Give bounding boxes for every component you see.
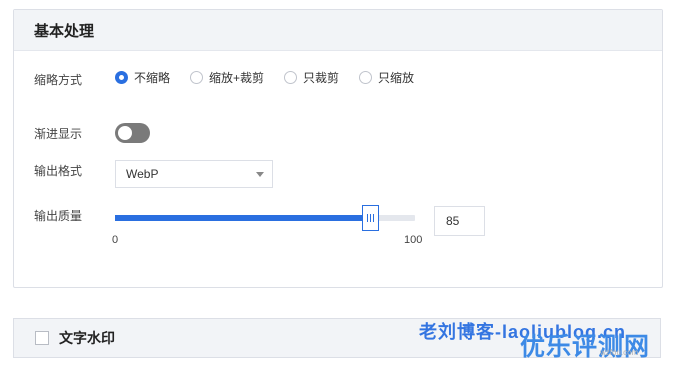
caret-down-icon xyxy=(256,172,264,177)
radio-option-crop-only[interactable]: 只裁剪 xyxy=(284,69,339,86)
radio-option-label: 不缩略 xyxy=(134,71,171,85)
output-format-value: WebP xyxy=(126,167,159,181)
radio-option-no-thumbnail[interactable]: 不缩略 xyxy=(115,69,170,86)
output-format-select[interactable]: WebP xyxy=(115,160,273,188)
thumbnail-mode-radio-group: 不缩略 缩放+裁剪 只裁剪 只缩放 xyxy=(115,69,434,86)
progressive-display-label: 渐进显示 xyxy=(34,127,83,141)
radio-option-label: 只缩放 xyxy=(378,71,415,85)
output-quality-label: 输出质量 xyxy=(34,209,83,223)
slider-max-label: 100 xyxy=(404,234,423,246)
radio-option-scale-crop[interactable]: 缩放+裁剪 xyxy=(190,69,264,86)
quality-slider-handle[interactable] xyxy=(361,205,379,231)
basic-processing-panel: 基本处理 缩略方式 不缩略 缩放+裁剪 只裁剪 只缩放 渐进显示 输出格式 We… xyxy=(13,9,663,288)
site-watermark-logo: 优乐评测网 xyxy=(520,333,651,361)
radio-option-scale-only[interactable]: 只缩放 xyxy=(359,69,414,86)
radio-unchecked-icon xyxy=(284,71,298,84)
progressive-display-toggle[interactable] xyxy=(115,123,150,143)
quality-number-input[interactable]: 85 xyxy=(434,206,485,236)
toggle-knob xyxy=(118,126,132,140)
radio-unchecked-icon xyxy=(190,71,204,84)
slider-min-label: 0 xyxy=(112,234,119,246)
radio-option-label: 缩放+裁剪 xyxy=(209,71,265,85)
output-format-label: 输出格式 xyxy=(34,164,83,178)
thumbnail-mode-label: 缩略方式 xyxy=(34,73,83,87)
grip-icon xyxy=(366,214,374,222)
site-watermark-domain: wzfou.com xyxy=(600,348,639,357)
text-watermark-checkbox[interactable] xyxy=(35,331,49,345)
text-watermark-title: 文字水印 xyxy=(59,330,115,346)
quality-slider-fill xyxy=(115,215,370,221)
radio-checked-icon xyxy=(115,71,128,84)
radio-unchecked-icon xyxy=(359,71,373,84)
radio-option-label: 只裁剪 xyxy=(303,71,340,85)
panel-title: 基本处理 xyxy=(14,10,662,51)
